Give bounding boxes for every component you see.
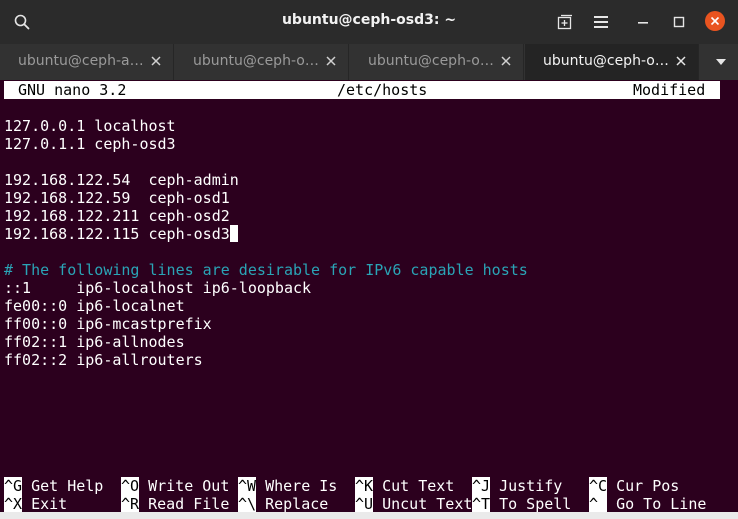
terminal-area[interactable]: GNU nano 3.2 /etc/hosts Modified 127.0.0…	[0, 80, 738, 519]
header-bar: ubuntu@ceph-osd3: ~	[0, 0, 738, 44]
shortcut-read-file: ^R Read File	[121, 495, 230, 513]
nano-filename: /etc/hosts	[337, 81, 428, 99]
close-icon	[710, 16, 720, 26]
tab-close-icon[interactable]	[149, 54, 163, 68]
nano-version: GNU nano 3.2	[18, 81, 127, 99]
tab-label: ubuntu@ceph-o…	[193, 53, 319, 69]
nano-status: Modified	[633, 81, 706, 99]
comment-line: # The following lines are desirable for …	[4, 261, 528, 279]
shortcut-to-spell: ^T To Spell	[472, 495, 572, 513]
tab-ceph-osd1[interactable]: ubuntu@ceph-o…	[175, 44, 349, 80]
file-line-text: 192.168.122.115 ceph-osd3	[4, 225, 230, 243]
window-title: ubuntu@ceph-osd3: ~	[281, 12, 457, 28]
tab-ceph-osd2[interactable]: ubuntu@ceph-o…	[350, 44, 524, 80]
hamburger-menu-icon	[594, 16, 608, 28]
tab-close-icon[interactable]	[674, 54, 688, 68]
tab-ceph-admin[interactable]: ubuntu@ceph-a…	[0, 44, 174, 80]
tab-ceph-osd3-active[interactable]: ubuntu@ceph-o…	[525, 44, 699, 80]
shortcut-replace: ^\ Replace	[238, 495, 329, 513]
shortcut-justify: ^J Justify	[472, 477, 563, 495]
close-button[interactable]	[705, 11, 725, 31]
shortcut-cur-pos: ^C Cur Pos	[589, 477, 680, 495]
tab-close-icon[interactable]	[324, 54, 338, 68]
maximize-button[interactable]	[668, 11, 690, 33]
text-cursor	[229, 225, 238, 242]
shortcut-write-out: ^O Write Out	[121, 477, 230, 495]
tab-label: ubuntu@ceph-a…	[18, 53, 144, 69]
file-line: fe00::0 ip6-localnet	[4, 297, 185, 315]
new-tab-button[interactable]	[554, 11, 576, 33]
file-line: ::1 ip6-localhost ip6-loopback	[4, 279, 312, 297]
file-line-current: 192.168.122.115 ceph-osd3	[4, 225, 238, 243]
file-line: 127.0.1.1 ceph-osd3	[4, 135, 176, 153]
shortcut-uncut-text: ^U Uncut Text	[355, 495, 473, 513]
file-line: 192.168.122.54 ceph-admin	[4, 171, 239, 189]
file-line: ff02::1 ip6-allnodes	[4, 333, 185, 351]
minimize-button[interactable]	[632, 11, 654, 33]
chevron-down-icon	[715, 59, 726, 65]
file-line: 127.0.0.1 localhost	[4, 117, 176, 135]
file-line: ff02::2 ip6-allrouters	[4, 351, 203, 369]
file-line: ff00::0 ip6-mcastprefix	[4, 315, 212, 333]
shortcut-where-is: ^W Where Is	[238, 477, 338, 495]
tab-list-dropdown[interactable]	[703, 44, 738, 80]
desktop-background-strip	[0, 512, 738, 519]
tab-close-icon[interactable]	[499, 54, 513, 68]
file-line: 192.168.122.211 ceph-osd2	[4, 207, 230, 225]
shortcut-get-help: ^G Get Help	[4, 477, 104, 495]
shortcut-go-to-line: ^_ Go To Line	[589, 495, 707, 513]
file-line: 192.168.122.59 ceph-osd1	[4, 189, 230, 207]
tab-bar: ubuntu@ceph-a… ubuntu@ceph-o… ubuntu@cep…	[0, 44, 738, 81]
maximize-icon	[673, 16, 685, 28]
terminal-window: ubuntu@ceph-osd3: ~ ubuntu@ceph-a… ubunt…	[0, 0, 738, 519]
shortcut-exit: ^X Exit	[4, 495, 68, 513]
new-tab-icon	[557, 14, 572, 30]
menu-button[interactable]	[590, 11, 612, 33]
nano-title-bar: GNU nano 3.2 /etc/hosts Modified	[4, 81, 720, 99]
tab-label: ubuntu@ceph-o…	[543, 53, 669, 69]
shortcut-cut-text: ^K Cut Text	[355, 477, 455, 495]
minimize-icon	[638, 22, 648, 24]
tab-label: ubuntu@ceph-o…	[368, 53, 494, 69]
